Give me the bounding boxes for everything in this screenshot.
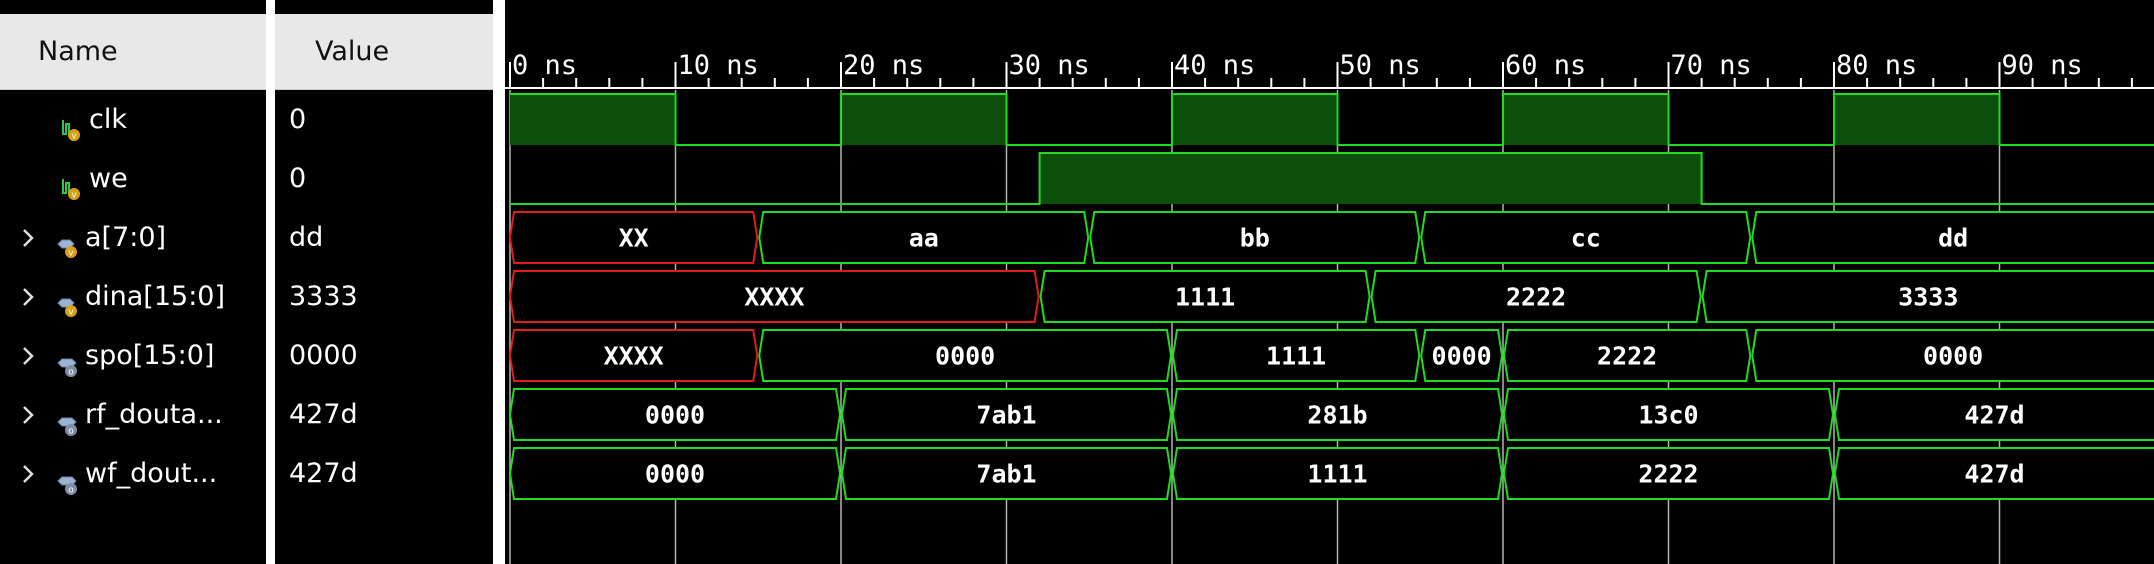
tick-label: 20 ns: [843, 50, 924, 81]
tick-label: 80 ns: [1836, 50, 1917, 81]
wave-clk[interactable]: [510, 93, 2154, 146]
signal-value: dd: [289, 222, 324, 253]
name-header-label: Name: [38, 36, 118, 67]
tick-label: 50 ns: [1340, 50, 1421, 81]
high-pulse: [510, 94, 676, 145]
svg-text:v: v: [71, 132, 77, 142]
bus-value-label: 7ab1: [976, 401, 1036, 430]
signal-value: 0: [289, 163, 307, 194]
signal-row-clk[interactable]: v clk: [0, 91, 266, 149]
high-pulse: [1039, 153, 1702, 204]
signal-value: 427d: [289, 458, 358, 489]
bus-value-label: 0000: [1432, 342, 1492, 371]
high-pulse: [841, 94, 1007, 145]
signal-name: clk: [89, 104, 127, 135]
chevron-right-icon[interactable]: [18, 268, 38, 326]
chevron-right-icon[interactable]: [18, 209, 38, 267]
wave-spo-15-0[interactable]: XXXX 0000 1111 0000 2222 0000: [508, 329, 2154, 382]
logic-signal-icon: v: [60, 166, 86, 201]
time-ruler[interactable]: 0 ns 10 ns 20 ns 30 ns 40 ns 50 ns 60 ns 70 ns 8…: [505, 50, 2154, 89]
svg-text:v: v: [71, 191, 77, 201]
signal-row-spo-15-0[interactable]: o spo[15:0]: [0, 327, 266, 385]
logic-signal-icon: v: [60, 107, 86, 142]
wire-signal-icon: o: [56, 343, 82, 378]
bus-value-label: 0000: [935, 342, 995, 371]
wire-signal-icon: o: [56, 461, 82, 496]
bus-value-label: 1111: [1175, 283, 1235, 312]
bus-value-label: 0000: [645, 460, 705, 489]
wave-we[interactable]: [510, 152, 2154, 205]
signal-name: wf_dout...: [85, 458, 218, 489]
signal-row-a-7-0[interactable]: v a[7:0]: [0, 209, 266, 267]
svg-text:v: v: [68, 308, 74, 318]
signal-value: 0: [289, 104, 307, 135]
chevron-right-icon[interactable]: [18, 327, 38, 385]
signal-row-rf-douta[interactable]: o rf_douta...: [0, 386, 266, 444]
bus-value-label: 2222: [1506, 283, 1566, 312]
signal-name: we: [89, 163, 128, 194]
bus-value-label: 3333: [1898, 283, 1958, 312]
wire-signal-icon: o: [56, 402, 82, 437]
bus-value-label: 427d: [1964, 460, 2024, 489]
signal-name: a[7:0]: [85, 222, 167, 253]
chevron-right-icon[interactable]: [18, 445, 38, 503]
bus-value-label: dd: [1938, 224, 1968, 253]
vector-signal-icon: v: [56, 225, 82, 259]
bus-value-label: bb: [1240, 224, 1270, 253]
bus-value-label: 7ab1: [976, 460, 1036, 489]
wave-dina-15-0[interactable]: XXXX 1111 2222 3333: [508, 270, 2154, 323]
bus-value-label: 2222: [1597, 342, 1657, 371]
bus-value-label: 2222: [1638, 460, 1698, 489]
svg-text:o: o: [68, 368, 74, 378]
value-column: Value 0 0 dd 3333 0000 427d 427d: [275, 0, 493, 564]
signal-row-dina-15-0[interactable]: v dina[15:0]: [0, 268, 266, 326]
wave-rf-douta[interactable]: 0000 7ab1 281b 13c0 427d: [508, 388, 2154, 441]
tick-label: 60 ns: [1505, 50, 1586, 81]
bus-value-label: cc: [1571, 224, 1601, 253]
bus-value-label: 1111: [1266, 342, 1326, 371]
signal-name: dina[15:0]: [85, 281, 225, 312]
tick-label: 30 ns: [1009, 50, 1090, 81]
signal-value: 3333: [289, 281, 358, 312]
tick-label: 90 ns: [2002, 50, 2083, 81]
bus-value-label: 0000: [645, 401, 705, 430]
waveform-splitter[interactable]: [493, 0, 505, 564]
svg-text:o: o: [68, 486, 74, 496]
signal-value: 0000: [289, 340, 358, 371]
signal-name: spo[15:0]: [85, 340, 215, 371]
bus-value-label: 1111: [1307, 460, 1367, 489]
signal-row-wf-dout[interactable]: o wf_dout...: [0, 445, 266, 503]
high-pulse: [1834, 94, 2000, 145]
name-column-header[interactable]: Name: [0, 14, 266, 90]
bus-value-label: 427d: [1964, 401, 2024, 430]
tick-label: 70 ns: [1671, 50, 1752, 81]
bus-value-label: 13c0: [1638, 401, 1698, 430]
bus-value-label: XXXX: [604, 342, 664, 371]
bus-value-label: 281b: [1307, 401, 1367, 430]
value-header-label: Value: [315, 36, 390, 67]
waveform-canvas[interactable]: 0 ns 10 ns 20 ns 30 ns 40 ns 50 ns 60 ns 70 ns 8…: [505, 0, 2154, 564]
column-splitter[interactable]: [266, 0, 275, 564]
tick-label: 40 ns: [1174, 50, 1255, 81]
signal-row-we[interactable]: v we: [0, 150, 266, 208]
high-pulse: [1172, 94, 1338, 145]
signal-value: 427d: [289, 399, 358, 430]
bus-value-label: XX: [619, 224, 649, 253]
bus-value-label: 0000: [1923, 342, 1983, 371]
tick-label: 10 ns: [678, 50, 759, 81]
signal-name: rf_douta...: [85, 399, 223, 430]
svg-text:v: v: [68, 249, 74, 259]
value-column-header[interactable]: Value: [275, 14, 493, 90]
wave-a-7-0[interactable]: XX aa bb cc dd: [508, 211, 2154, 264]
name-column: Name v clk v we v a[7:0] v dina[15:0] o spo[15:0]…: [0, 0, 266, 564]
wave-wf-dout[interactable]: 0000 7ab1 1111 2222 427d: [508, 447, 2154, 500]
tick-label: 0 ns: [512, 50, 577, 81]
bus-value-label: XXXX: [744, 283, 804, 312]
high-pulse: [1503, 94, 1669, 145]
bus-value-label: aa: [909, 224, 939, 253]
svg-text:o: o: [68, 427, 74, 437]
chevron-right-icon[interactable]: [18, 386, 38, 444]
vector-signal-icon: v: [56, 284, 82, 318]
